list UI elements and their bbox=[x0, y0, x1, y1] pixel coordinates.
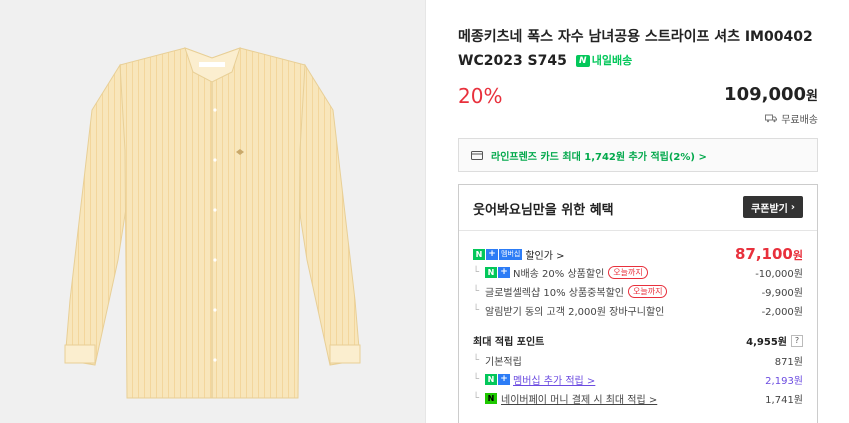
points-label: 최대 적립 포인트 bbox=[473, 337, 545, 348]
points-row: └ N 네이버페이 머니 결제 시 최대 적립 > 1,741원 bbox=[473, 391, 803, 406]
tree-branch-icon: └ bbox=[473, 286, 480, 297]
sale-price-unit: 원 bbox=[792, 249, 803, 262]
sale-price-value: 87,100 bbox=[734, 245, 793, 263]
help-icon[interactable]: ? bbox=[791, 334, 803, 347]
delivery-badge-label: 내일배송 bbox=[591, 54, 633, 67]
discount-value: -10,000원 bbox=[755, 269, 803, 280]
plus-icon: + bbox=[486, 248, 498, 260]
price-unit: 원 bbox=[806, 89, 818, 104]
discount-row: └ 알림받기 동의 고객 2,000원 장바구니할인 -2,000원 bbox=[473, 303, 803, 318]
coupon-button-label: 쿠폰받기 bbox=[751, 203, 788, 215]
points-row-value: 2,193원 bbox=[765, 376, 803, 387]
sale-price-link[interactable]: 할인가 > bbox=[525, 247, 564, 262]
naverpay-points-link[interactable]: 네이버페이 머니 결제 시 최대 적립 > bbox=[501, 391, 657, 406]
shipping-label: 무료배송 bbox=[781, 115, 818, 126]
tree-branch-icon: └ bbox=[473, 305, 480, 316]
naver-n-icon: N bbox=[473, 248, 485, 260]
price-value: 109,000 bbox=[724, 84, 807, 105]
chevron-right-icon: › bbox=[790, 201, 795, 213]
discount-label: N배송 20% 상품할인 bbox=[513, 269, 605, 280]
benefit-divider bbox=[459, 230, 817, 231]
points-row: └ 기본적립 871원 bbox=[473, 353, 803, 368]
coupon-button[interactable]: 쿠폰받기 › bbox=[743, 196, 803, 218]
tree-branch-icon: └ bbox=[473, 267, 480, 278]
panel-divider bbox=[425, 0, 426, 423]
shipping-info: 무료배송 bbox=[765, 111, 818, 126]
discount-value: -9,900원 bbox=[761, 288, 803, 299]
plus-icon: + bbox=[498, 267, 510, 278]
benefit-box: 웃어봐요님만을 위한 혜택 쿠폰받기 › N + 멤버십 할인가 > 87,100원… bbox=[458, 184, 818, 423]
benefit-heading: 웃어봐요님만을 위한 혜택 bbox=[473, 203, 614, 218]
points-value: 4,955원 bbox=[746, 337, 787, 348]
points-row: └ N + 멤버십 추가 적립 > 2,193원 bbox=[473, 372, 803, 387]
tree-branch-icon: └ bbox=[473, 374, 480, 385]
membership-badge: 멤버십 bbox=[499, 248, 523, 260]
card-benefit-banner[interactable]: 라인프렌즈 카드 최대 1,742원 추가 적립(2%) > bbox=[458, 138, 818, 172]
naver-n-icon: N bbox=[485, 267, 497, 278]
naver-n-icon: N bbox=[485, 374, 497, 385]
product-title-text: 메종키츠네 폭스 자수 남녀공용 스트라이프 셔츠 IM00402 WC2023… bbox=[458, 29, 813, 69]
points-row-value: 1,741원 bbox=[765, 395, 803, 406]
discount-value: -2,000원 bbox=[761, 307, 803, 318]
points-row-label: 기본적립 bbox=[485, 357, 522, 368]
membership-points-link[interactable]: 멤버십 추가 적립 > bbox=[513, 372, 595, 387]
deadline-badge: 오늘까지 bbox=[608, 266, 648, 279]
sale-price: 87,100원 bbox=[735, 245, 803, 263]
discount-label: 글로벌셀렉샵 10% 상품중복할인 bbox=[485, 288, 624, 299]
credit-card-icon bbox=[471, 150, 483, 160]
deadline-badge: 오늘까지 bbox=[627, 285, 668, 298]
discount-row: └ N + N배송 20% 상품할인 오늘까지 -10,000원 bbox=[473, 265, 803, 280]
sale-price-row: N + 멤버십 할인가 > 87,100원 bbox=[473, 245, 803, 263]
product-title: 메종키츠네 폭스 자수 남녀공용 스트라이프 셔츠 IM00402 WC2023… bbox=[458, 25, 818, 73]
points-summary-row: 최대 적립 포인트 4,955원 ? bbox=[473, 333, 803, 348]
discount-rate: 20% bbox=[458, 84, 503, 108]
tree-branch-icon: └ bbox=[473, 393, 480, 404]
product-price: 109,000원 bbox=[724, 84, 818, 105]
delivery-badge: N 내일배송 bbox=[575, 49, 633, 73]
plus-icon: + bbox=[498, 374, 510, 385]
product-image[interactable] bbox=[0, 0, 425, 423]
discount-row: └ 글로벌셀렉샵 10% 상품중복할인 오늘까지 -9,900원 bbox=[473, 284, 803, 299]
truck-icon bbox=[765, 114, 778, 123]
naver-pay-icon: N bbox=[485, 393, 497, 404]
card-benefit-text: 라인프렌즈 카드 최대 1,742원 추가 적립(2%) > bbox=[491, 151, 707, 163]
naver-delivery-icon: N bbox=[575, 55, 590, 67]
tree-branch-icon: └ bbox=[473, 355, 480, 366]
product-image-area bbox=[0, 0, 425, 423]
points-row-value: 871원 bbox=[774, 357, 803, 368]
discount-label: 알림받기 동의 고객 2,000원 장바구니할인 bbox=[485, 307, 665, 318]
